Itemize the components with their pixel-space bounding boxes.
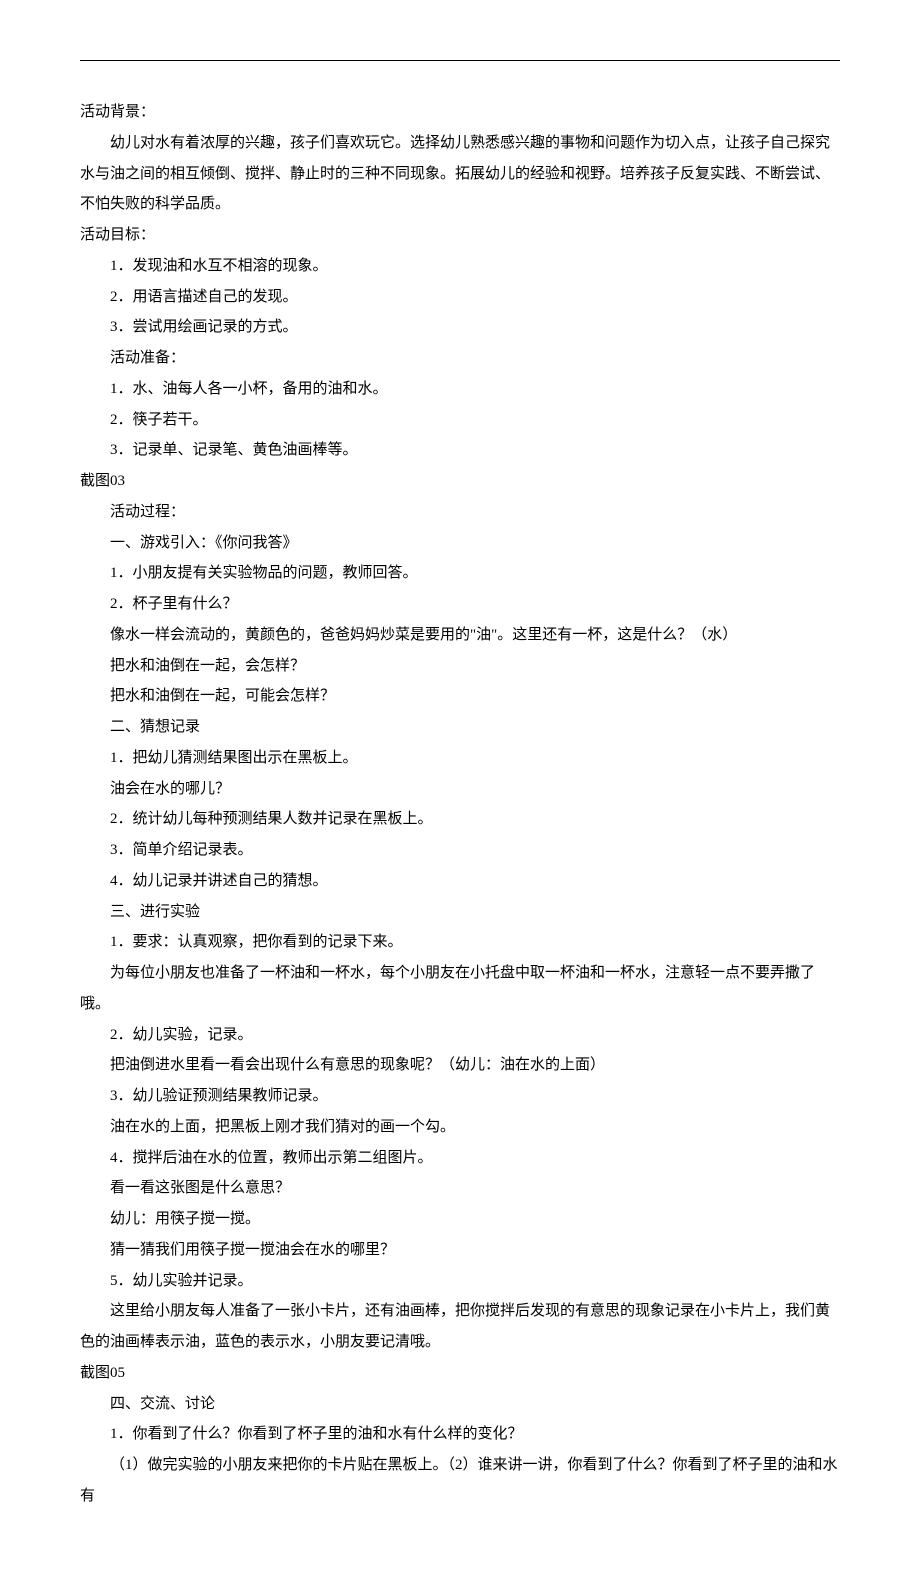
text-line: 把水和油倒在一起，可能会怎样？ xyxy=(80,681,840,712)
text-line: 1．发现油和水互不相溶的现象。 xyxy=(80,251,840,282)
text-line: 活动背景： xyxy=(80,97,840,128)
text-line: 油会在水的哪儿？ xyxy=(80,774,840,805)
text-line: 1．水、油每人各一小杯，备用的油和水。 xyxy=(80,374,840,405)
text-line: 三、进行实验 xyxy=(80,897,840,928)
text-line: 幼儿：用筷子搅一搅。 xyxy=(80,1204,840,1235)
text-line: 为每位小朋友也准备了一杯油和一杯水，每个小朋友在小托盘中取一杯油和一杯水，注意轻… xyxy=(80,958,840,1020)
text-line: 看一看这张图是什么意思？ xyxy=(80,1173,840,1204)
text-line: 1．小朋友提有关实验物品的问题，教师回答。 xyxy=(80,558,840,589)
text-line: 3．记录单、记录笔、黄色油画棒等。 xyxy=(80,435,840,466)
text-line: 活动准备： xyxy=(80,343,840,374)
text-line: 1．把幼儿猜测结果图出示在黑板上。 xyxy=(80,743,840,774)
text-line: 一、游戏引入：《你问我答》 xyxy=(80,528,840,559)
text-line: 像水一样会流动的，黄颜色的，爸爸妈妈炒菜是要用的"油"。这里还有一杯，这是什么？… xyxy=(80,620,840,651)
text-line: 2．筷子若干。 xyxy=(80,405,840,436)
text-line: 截图03 xyxy=(80,466,840,497)
text-line: 猜一猜我们用筷子搅一搅油会在水的哪里？ xyxy=(80,1235,840,1266)
document-body: 活动背景：幼儿对水有着浓厚的兴趣，孩子们喜欢玩它。选择幼儿熟悉感兴趣的事物和问题… xyxy=(80,97,840,1512)
text-line: 2．幼儿实验，记录。 xyxy=(80,1020,840,1051)
text-line: 活动过程： xyxy=(80,497,840,528)
text-line: 四、交流、讨论 xyxy=(80,1389,840,1420)
text-line: （1）做完实验的小朋友来把你的卡片贴在黑板上。（2）谁来讲一讲，你看到了什么？你… xyxy=(80,1450,840,1512)
text-line: 2．用语言描述自己的发现。 xyxy=(80,282,840,313)
text-line: 这里给小朋友每人准备了一张小卡片，还有油画棒，把你搅拌后发现的有意思的现象记录在… xyxy=(80,1296,840,1358)
horizontal-rule xyxy=(80,60,840,61)
text-line: 活动目标： xyxy=(80,220,840,251)
text-line: 2．统计幼儿每种预测结果人数并记录在黑板上。 xyxy=(80,804,840,835)
text-line: 5．幼儿实验并记录。 xyxy=(80,1266,840,1297)
text-line: 3．简单介绍记录表。 xyxy=(80,835,840,866)
document-page: 活动背景：幼儿对水有着浓厚的兴趣，孩子们喜欢玩它。选择幼儿熟悉感兴趣的事物和问题… xyxy=(0,0,920,1572)
text-line: 1．要求：认真观察，把你看到的记录下来。 xyxy=(80,927,840,958)
text-line: 4．幼儿记录并讲述自己的猜想。 xyxy=(80,866,840,897)
text-line: 幼儿对水有着浓厚的兴趣，孩子们喜欢玩它。选择幼儿熟悉感兴趣的事物和问题作为切入点… xyxy=(80,128,840,220)
text-line: 3．尝试用绘画记录的方式。 xyxy=(80,312,840,343)
text-line: 2．杯子里有什么？ xyxy=(80,589,840,620)
text-line: 油在水的上面，把黑板上刚才我们猜对的画一个勾。 xyxy=(80,1112,840,1143)
text-line: 把水和油倒在一起，会怎样？ xyxy=(80,651,840,682)
text-line: 1．你看到了什么？你看到了杯子里的油和水有什么样的变化？ xyxy=(80,1419,840,1450)
text-line: 把油倒进水里看一看会出现什么有意思的现象呢？（幼儿：油在水的上面） xyxy=(80,1050,840,1081)
text-line: 3．幼儿验证预测结果教师记录。 xyxy=(80,1081,840,1112)
text-line: 二、猜想记录 xyxy=(80,712,840,743)
text-line: 截图05 xyxy=(80,1358,840,1389)
text-line: 4．搅拌后油在水的位置，教师出示第二组图片。 xyxy=(80,1143,840,1174)
